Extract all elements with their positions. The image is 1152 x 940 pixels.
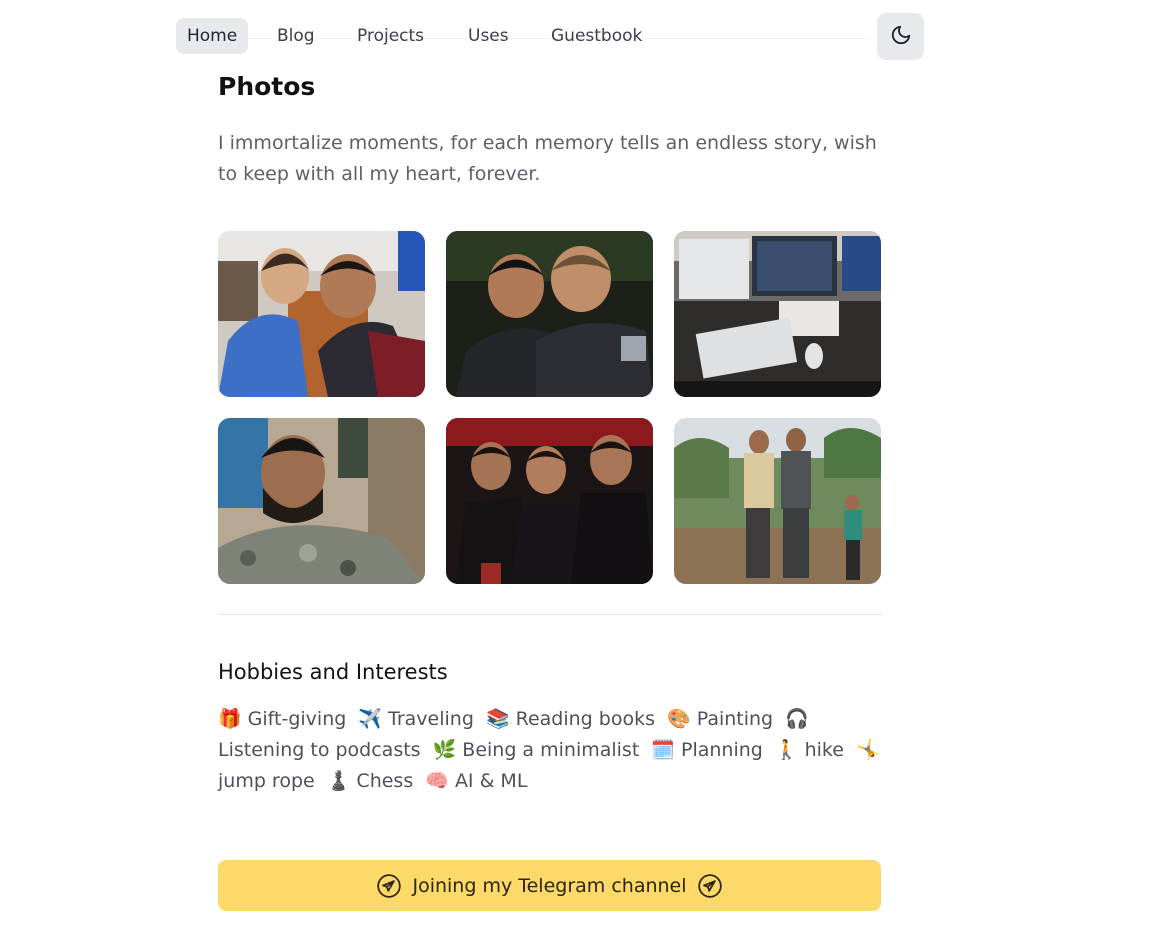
books-icon: 📚 <box>485 708 510 730</box>
hobby-ai-ml: 🧠 AI & ML <box>425 770 527 792</box>
hobby-painting: 🎨 Painting <box>667 708 773 730</box>
telegram-channel-button[interactable]: Joining my Telegram channel <box>218 860 881 911</box>
telegram-icon <box>376 873 402 899</box>
palette-icon: 🎨 <box>667 708 691 730</box>
hobby-being-a-minimalist: 🌿 Being a minimalist <box>433 739 640 761</box>
hobby-chess: ♟️ Chess <box>327 770 413 792</box>
airplane-icon: ✈️ <box>358 708 383 730</box>
top-nav: Home Blog Projects Uses Guestbook <box>176 13 924 61</box>
photo-4[interactable] <box>218 418 425 584</box>
photos-intro: I immortalize moments, for each memory t… <box>218 132 877 185</box>
photo-3[interactable] <box>674 231 881 397</box>
section-divider <box>218 614 882 615</box>
hobby-planning: 🗓️ Planning <box>651 739 763 761</box>
nav-blog[interactable]: Blog <box>266 18 326 54</box>
brain-icon: 🧠 <box>425 770 449 792</box>
chess-pawn-icon: ♟️ <box>326 770 351 792</box>
hobby-traveling: ✈️ Traveling <box>358 708 474 730</box>
nav-projects[interactable]: Projects <box>346 18 435 54</box>
nav-guestbook[interactable]: Guestbook <box>540 18 653 54</box>
theme-toggle-button[interactable] <box>877 13 924 60</box>
photo-5[interactable] <box>446 418 653 584</box>
telegram-icon <box>697 873 723 899</box>
photo-6[interactable] <box>674 418 881 584</box>
hobbies-title: Hobbies and Interests <box>218 660 448 684</box>
telegram-button-label: Joining my Telegram channel <box>412 874 687 897</box>
leaf-icon: 🌿 <box>432 739 457 761</box>
nav-home[interactable]: Home <box>176 18 249 54</box>
walking-person-icon: 🚶 <box>774 739 799 761</box>
hobby-listening-to-podcasts: Listening to podcasts <box>218 739 421 761</box>
nav-uses[interactable]: Uses <box>457 18 520 54</box>
hobbies-list: 🎁 Gift-giving ✈️ Traveling 📚 Reading books … <box>218 704 886 797</box>
hobby-reading-books: 📚 Reading books <box>486 708 655 730</box>
cartwheel-icon: 🤸 <box>855 739 880 761</box>
photo-2[interactable] <box>446 231 653 397</box>
hobby-jump-rope: jump rope <box>218 770 315 792</box>
gift-icon: 🎁 <box>218 708 242 730</box>
calendar-icon: 🗓️ <box>651 739 675 761</box>
headphones-icon: 🎧 <box>785 708 809 730</box>
hobby-hike: 🚶 hike <box>775 739 844 761</box>
photos-title: Photos <box>218 72 316 101</box>
hobby-gift-giving: 🎁 Gift-giving <box>218 708 346 730</box>
photo-gallery <box>218 231 882 584</box>
moon-icon <box>890 24 912 50</box>
photo-1[interactable] <box>218 231 425 397</box>
